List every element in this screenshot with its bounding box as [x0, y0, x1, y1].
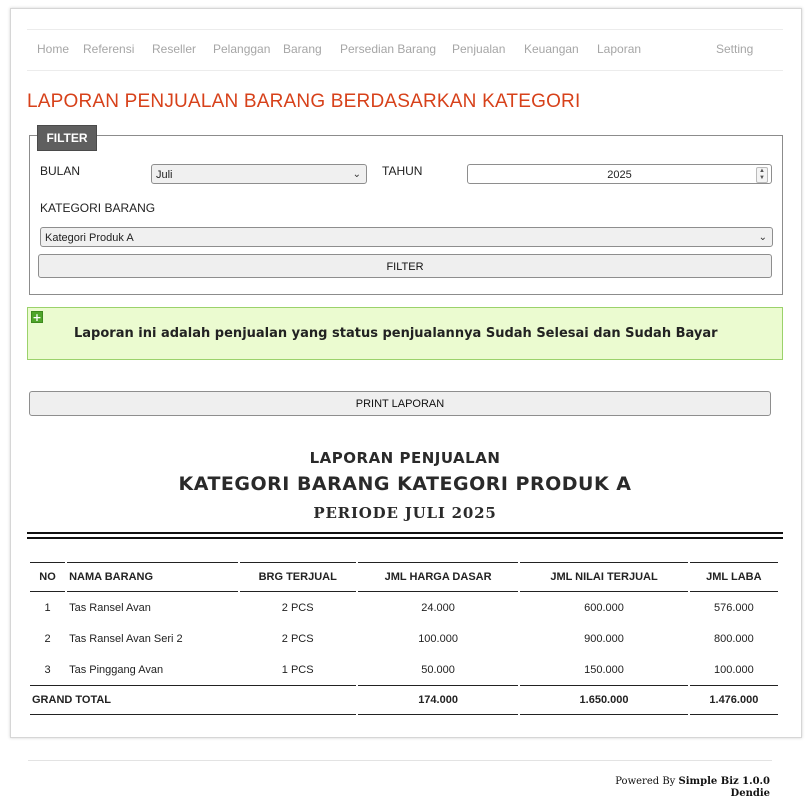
- cell-nama: Tas Ransel Avan Seri 2: [69, 632, 183, 645]
- kategori-select-value: Kategori Produk A: [45, 232, 134, 244]
- report-table: NO NAMA BARANG BRG TERJUAL JML HARGA DAS…: [28, 562, 780, 715]
- cell-terjual: 1 PCS: [281, 663, 314, 676]
- cell-nilai-terjual: 600.000: [584, 601, 624, 614]
- grand-total-label: GRAND TOTAL: [30, 685, 356, 715]
- tahun-input-value: 2025: [607, 169, 632, 181]
- powered-prefix: Powered By: [615, 776, 676, 787]
- kategori-select[interactable]: Kategori Produk A ⌄: [40, 227, 773, 247]
- col-laba: JML LABA: [689, 562, 778, 592]
- cell-nilai-terjual: 900.000: [584, 632, 624, 645]
- cell-no: 1: [44, 601, 51, 614]
- heading-divider: [27, 532, 783, 539]
- info-notice: + Laporan ini adalah penjualan yang stat…: [27, 307, 783, 360]
- print-button[interactable]: PRINT LAPORAN: [29, 391, 771, 416]
- col-nilai-terjual: JML NILAI TERJUAL: [520, 562, 688, 592]
- bulan-select[interactable]: Juli ⌄: [151, 164, 367, 184]
- total-harga-dasar: 174.000: [357, 685, 519, 715]
- nav-laporan[interactable]: Laporan: [597, 42, 641, 56]
- main-panel: Home Referensi Reseller Pelanggan Barang…: [10, 8, 802, 738]
- cell-laba: 800.000: [713, 632, 754, 645]
- cell-no: 3: [44, 663, 51, 676]
- filter-button[interactable]: FILTER: [38, 254, 772, 278]
- report-subheading: KATEGORI BARANG KATEGORI PRODUK A: [178, 473, 632, 495]
- table-header-row: NO NAMA BARANG BRG TERJUAL JML HARGA DAS…: [30, 562, 778, 592]
- cell-nilai-terjual: 150.000: [584, 663, 624, 676]
- nav-referensi[interactable]: Referensi: [83, 42, 134, 56]
- tahun-input[interactable]: 2025 ▲ ▼: [467, 164, 772, 184]
- cell-laba: 576.000: [713, 601, 754, 614]
- total-nilai-terjual: 1.650.000: [520, 685, 688, 715]
- cell-harga-dasar: 50.000: [421, 663, 455, 676]
- nav-penjualan[interactable]: Penjualan: [452, 42, 505, 56]
- report-period: PERIODE JULI 2025: [313, 504, 497, 522]
- grand-total-row: GRAND TOTAL 174.000 1.650.000 1.476.000: [30, 685, 778, 715]
- cell-nama: Tas Ransel Avan: [69, 601, 151, 614]
- chevron-down-icon: ⌄: [758, 232, 767, 243]
- cell-harga-dasar: 24.000: [421, 601, 455, 614]
- cell-terjual: 2 PCS: [281, 601, 314, 614]
- kategori-label: KATEGORI BARANG: [40, 201, 156, 215]
- table-row: 3 Tas Pinggang Avan 1 PCS 50.000 150.000…: [30, 654, 778, 685]
- col-no: NO: [30, 562, 66, 592]
- cell-nama: Tas Pinggang Avan: [69, 663, 164, 676]
- bulan-select-value: Juli: [156, 169, 173, 181]
- cell-terjual: 2 PCS: [281, 632, 314, 645]
- footer-divider: [28, 760, 772, 761]
- nav-keuangan[interactable]: Keuangan: [524, 42, 579, 56]
- top-nav: Home Referensi Reseller Pelanggan Barang…: [27, 29, 783, 71]
- nav-home[interactable]: Home: [37, 42, 69, 56]
- col-nama-barang: NAMA BARANG: [67, 562, 238, 592]
- spinner-icon[interactable]: ▲ ▼: [756, 167, 768, 183]
- nav-persedian-barang[interactable]: Persedian Barang: [340, 42, 436, 56]
- nav-pelanggan[interactable]: Pelanggan: [213, 42, 270, 56]
- notice-text: Laporan ini adalah penjualan yang status…: [74, 326, 718, 341]
- nav-barang[interactable]: Barang: [283, 42, 322, 56]
- col-brg-terjual: BRG TERJUAL: [239, 562, 356, 592]
- cell-no: 2: [44, 632, 51, 645]
- tahun-label: TAHUN: [382, 164, 423, 178]
- author-name: Dendie: [730, 788, 770, 799]
- filter-legend: FILTER: [37, 125, 97, 151]
- total-laba: 1.476.000: [689, 685, 778, 715]
- product-name: Simple Biz 1.0.0: [678, 776, 770, 787]
- table-row: 2 Tas Ransel Avan Seri 2 2 PCS 100.000 9…: [30, 623, 778, 654]
- cell-harga-dasar: 100.000: [418, 632, 458, 645]
- nav-reseller[interactable]: Reseller: [152, 42, 196, 56]
- cell-laba: 100.000: [713, 663, 754, 676]
- page-title: LAPORAN PENJUALAN BARANG BERDASARKAN KAT…: [27, 91, 581, 112]
- plus-icon[interactable]: +: [31, 311, 43, 323]
- col-harga-dasar: JML HARGA DASAR: [357, 562, 519, 592]
- table-row: 1 Tas Ransel Avan 2 PCS 24.000 600.000 5…: [30, 592, 778, 623]
- report-heading: LAPORAN PENJUALAN: [309, 449, 501, 467]
- filter-fieldset: BULAN Juli ⌄ TAHUN 2025 ▲ ▼ KATEGORI BARA…: [29, 135, 783, 295]
- chevron-down-icon: ⌄: [352, 169, 361, 180]
- powered-by: Powered By Simple Biz 1.0.0 Dendie: [615, 776, 770, 800]
- nav-setting[interactable]: Setting: [716, 42, 753, 56]
- bulan-label: BULAN: [40, 164, 81, 178]
